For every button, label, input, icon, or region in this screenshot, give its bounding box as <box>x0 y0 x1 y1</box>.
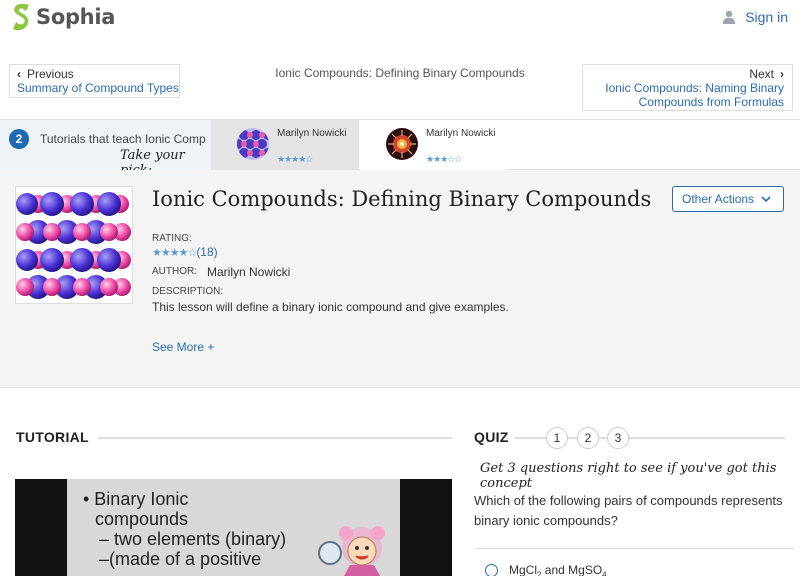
previous-tutorial-link[interactable]: Summary of Compound Types <box>17 81 179 95</box>
rating-stars: ★★★★☆ <box>152 247 197 259</box>
next-label: Next <box>749 67 774 81</box>
tutorial-card-rating-stars: ★★★☆☆ <box>426 154 462 164</box>
cartoon-girl-icon <box>318 526 385 576</box>
fireworks-thumbnail-icon <box>386 128 418 160</box>
slide-line: –(made of a positive <box>99 549 262 569</box>
chevron-right-icon: › <box>780 67 784 81</box>
lesson-title: Ionic Compounds: Defining Binary Compoun… <box>152 187 652 211</box>
tutorial-card-author: Marilyn Nowicki <box>277 128 347 139</box>
answer-subscript: 4 <box>602 570 607 576</box>
previous-label: Previous <box>27 67 74 81</box>
tutorial-count-badge: 2 <box>9 129 29 149</box>
chevron-down-icon <box>761 187 771 219</box>
lesson-info-panel: Ionic Compounds: Defining Binary Compoun… <box>0 170 800 388</box>
tutorial-card-author: Marilyn Nowicki <box>426 128 496 139</box>
tutorial-card-rating-stars: ★★★★☆ <box>277 154 313 164</box>
slide-text: • Binary Ionic compounds – two elements … <box>83 489 286 569</box>
sign-in-link[interactable]: Sign in <box>723 9 788 25</box>
answer-radio[interactable] <box>485 564 498 576</box>
slide-line: • Binary Ionic <box>83 489 189 509</box>
lesson-thumbnail <box>15 186 133 304</box>
next-tutorial-link-line2[interactable]: Compounds from Formulas <box>583 95 784 109</box>
slide-line: compounds <box>95 509 189 529</box>
brand-name: Sophia <box>36 5 116 29</box>
video-slide: • Binary Ionic compounds – two elements … <box>67 479 400 576</box>
current-tutorial-title: Ionic Compounds: Defining Binary Compoun… <box>275 66 525 80</box>
quiz-heading: QUIZ <box>474 429 509 445</box>
tutorial-navigation: ‹ Previous Summary of Compound Types Ioni… <box>0 56 800 114</box>
quiz-question: Which of the following pairs of compound… <box>474 493 783 528</box>
author-name: Marilyn Nowicki <box>207 265 291 279</box>
quiz-answer-option[interactable]: MgCl2 and MgSO4 <box>474 548 794 576</box>
sophia-logo-icon <box>13 4 29 31</box>
description-label: DESCRIPTION: <box>152 286 224 297</box>
previous-tutorial-button[interactable]: ‹ Previous Summary of Compound Types <box>9 64 180 98</box>
tutorial-picker-intro: 2 Tutorials that teach Ionic Comp Take y… <box>0 120 211 178</box>
next-tutorial-link-line1[interactable]: Ionic Compounds: Naming Binary <box>583 81 784 95</box>
author-label: AUTHOR: <box>152 266 197 277</box>
ionic-lattice-image-icon <box>16 192 131 299</box>
next-tutorial-button[interactable]: Next › Ionic Compounds: Naming Binary Com… <box>582 64 793 111</box>
tutorial-card-selected[interactable]: Marilyn Nowicki ★★★★☆ <box>211 120 359 170</box>
slide-line: – two elements (binary) <box>99 529 287 549</box>
tutorial-picker-strip: 2 Tutorials that teach Ionic Comp Take y… <box>0 119 800 178</box>
other-actions-label: Other Actions <box>682 192 755 206</box>
see-more-link[interactable]: See More + <box>152 340 214 354</box>
other-actions-dropdown[interactable]: Other Actions <box>672 186 784 212</box>
description-text: This lesson will define a binary ionic c… <box>152 300 509 314</box>
answer-part: MgCl <box>509 563 538 576</box>
sign-in-label: Sign in <box>745 9 788 25</box>
user-icon <box>723 10 736 24</box>
answer-part: and MgSO <box>541 563 603 576</box>
rating-count[interactable]: (18) <box>196 245 217 259</box>
rating-label: RATING: <box>152 233 192 244</box>
quiz-question-1-indicator[interactable]: 1 <box>546 427 568 449</box>
tutorial-divider <box>98 437 452 439</box>
atom-lattice-thumbnail-icon <box>237 128 269 160</box>
answer-text: MgCl2 and MgSO4 <box>509 563 607 576</box>
tutorial-heading: TUTORIAL <box>16 429 89 445</box>
chevron-left-icon: ‹ <box>17 67 21 81</box>
quiz-question-3-indicator[interactable]: 3 <box>607 427 629 449</box>
tutorial-card[interactable]: Marilyn Nowicki ★★★☆☆ <box>360 120 508 170</box>
quiz-question-2-indicator[interactable]: 2 <box>577 427 599 449</box>
quiz-prompt: Get 3 questions right to see if you've g… <box>480 461 777 491</box>
tutorial-video-player[interactable]: • Binary Ionic compounds – two elements … <box>15 479 452 576</box>
sophia-logo[interactable]: Sophia <box>10 3 115 31</box>
site-header: Sophia Sign in <box>0 0 800 34</box>
tutorial-picker-text: Tutorials that teach Ionic Comp <box>40 132 206 146</box>
lesson-rating[interactable]: ★★★★☆(18) <box>152 245 218 259</box>
